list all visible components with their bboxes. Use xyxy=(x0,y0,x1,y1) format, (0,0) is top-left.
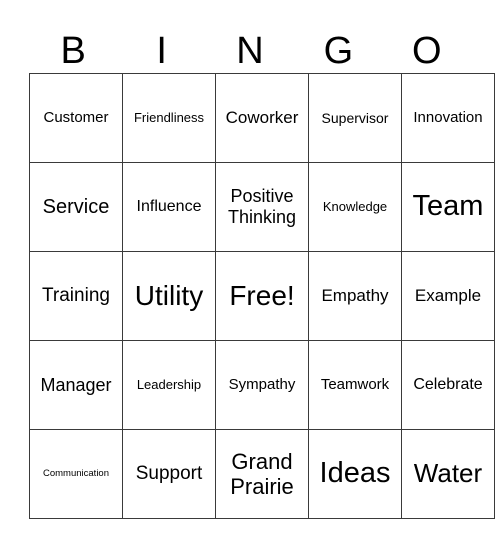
grid-row: Manager Leadership Sympathy Teamwork Cel… xyxy=(29,340,495,430)
bingo-cell[interactable]: Friendliness xyxy=(122,73,216,163)
bingo-cell[interactable]: Coworker xyxy=(215,73,309,163)
bingo-cell[interactable]: Leadership xyxy=(122,340,216,430)
header-letter-g: G xyxy=(323,30,354,72)
bingo-cell[interactable]: Empathy xyxy=(308,251,402,341)
bingo-cell[interactable]: Manager xyxy=(29,340,123,430)
bingo-cell[interactable]: Training xyxy=(29,251,123,341)
header-letter-n: N xyxy=(236,30,264,72)
header-letter-i: I xyxy=(156,30,167,72)
bingo-cell[interactable]: Influence xyxy=(122,162,216,252)
grid-row: Communication Support Grand Prairie Idea… xyxy=(29,429,495,519)
bingo-cell[interactable]: Knowledge xyxy=(308,162,402,252)
grid-row: Service Influence Positive Thinking Know… xyxy=(29,162,495,252)
grid-row: Customer Friendliness Coworker Superviso… xyxy=(29,73,495,163)
bingo-cell[interactable]: Innovation xyxy=(401,73,495,163)
bingo-cell[interactable]: Ideas xyxy=(308,429,402,519)
bingo-cell[interactable]: Customer xyxy=(29,73,123,163)
bingo-cell[interactable]: Water xyxy=(401,429,495,519)
bingo-cell[interactable]: Teamwork xyxy=(308,340,402,430)
bingo-cell[interactable]: Utility xyxy=(122,251,216,341)
grid-row: Training Utility Free! Empathy Example xyxy=(29,251,495,341)
bingo-cell[interactable]: Service xyxy=(29,162,123,252)
free-space-cell[interactable]: Free! xyxy=(215,251,309,341)
bingo-cell[interactable]: Communication xyxy=(29,429,123,519)
header-letter-b: B xyxy=(60,30,86,72)
header-letter-o: O xyxy=(412,30,442,72)
bingo-cell[interactable]: Positive Thinking xyxy=(215,162,309,252)
bingo-cell[interactable]: Grand Prairie xyxy=(215,429,309,519)
bingo-cell[interactable]: Support xyxy=(122,429,216,519)
bingo-cell[interactable]: Team xyxy=(401,162,495,252)
bingo-header: B I N G O xyxy=(29,28,471,74)
bingo-cell[interactable]: Example xyxy=(401,251,495,341)
bingo-grid: Customer Friendliness Coworker Superviso… xyxy=(29,73,495,519)
bingo-cell[interactable]: Celebrate xyxy=(401,340,495,430)
bingo-cell[interactable]: Sympathy xyxy=(215,340,309,430)
bingo-cell[interactable]: Supervisor xyxy=(308,73,402,163)
